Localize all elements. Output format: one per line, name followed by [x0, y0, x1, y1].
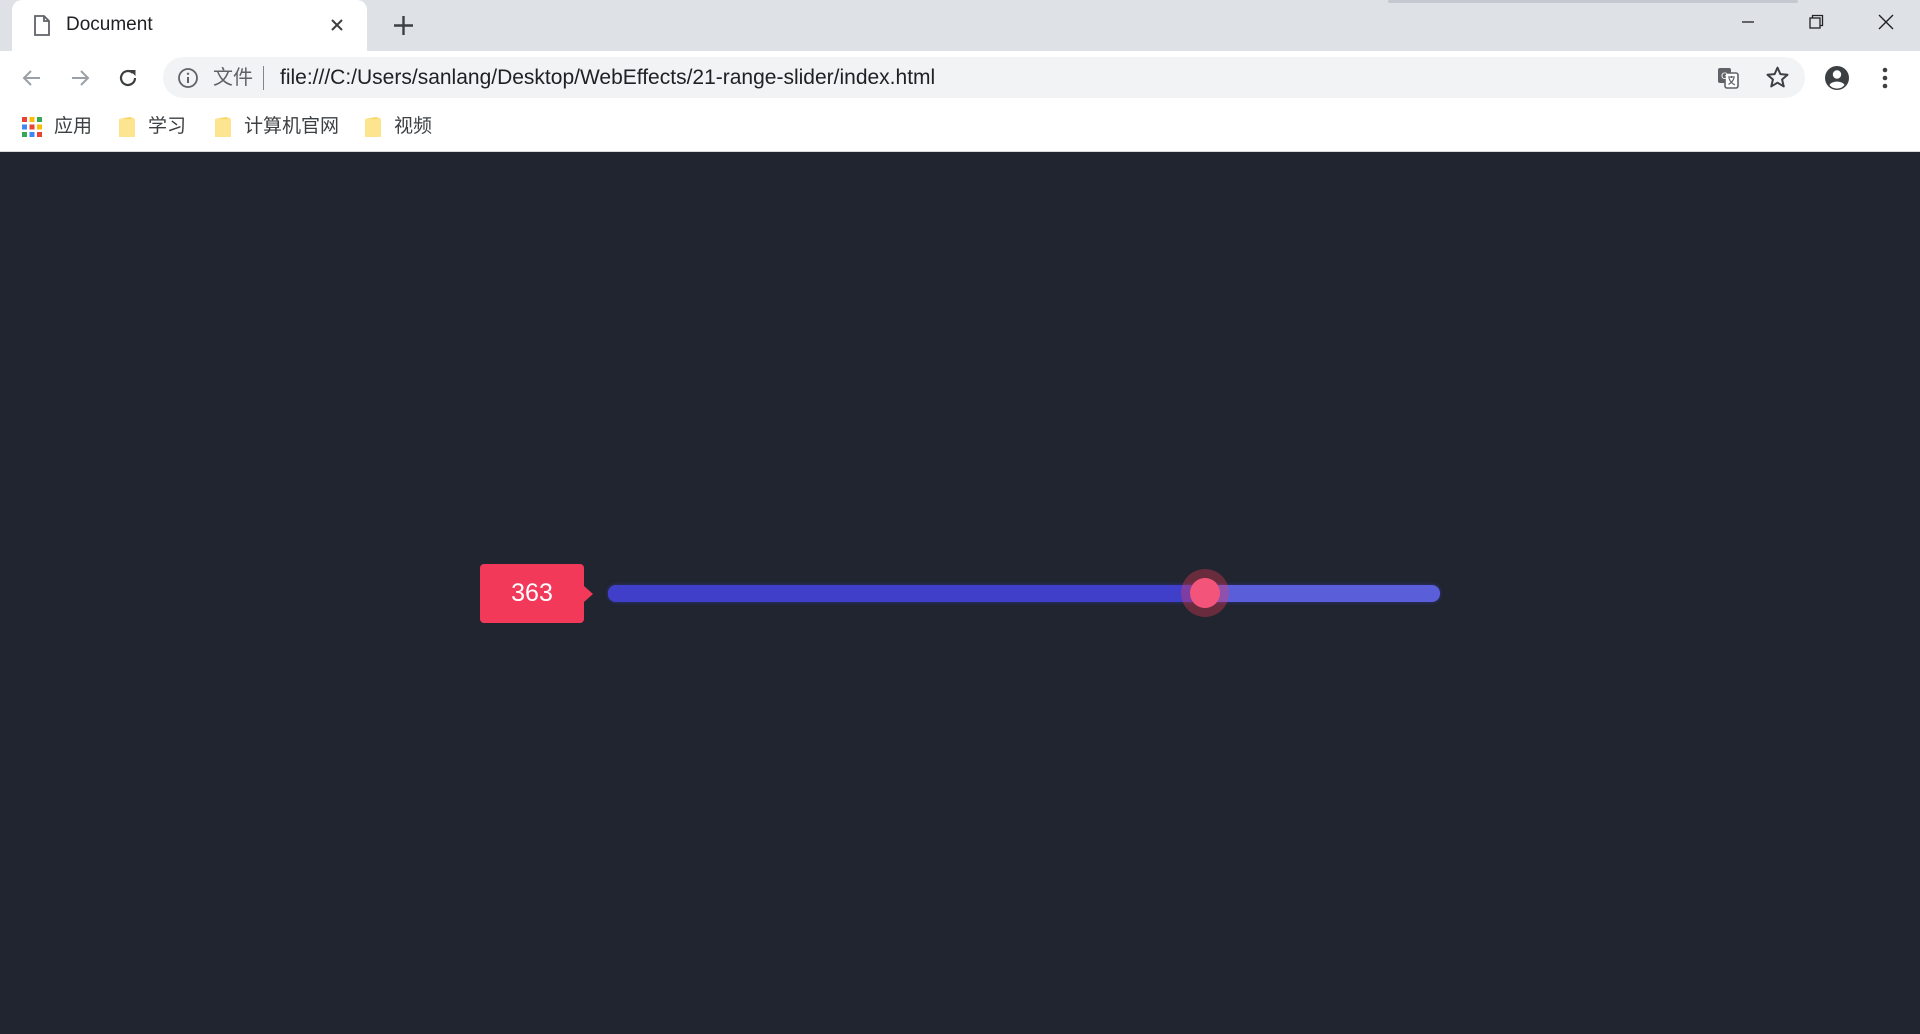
arrow-back-icon [22, 70, 40, 86]
url-text[interactable]: file:///C:/Users/sanlang/Desktop/WebEffe… [280, 66, 935, 90]
more-menu-icon[interactable] [1876, 63, 1894, 93]
bookmark-folder-computer-sites[interactable]: 计算机官网 [214, 114, 339, 140]
browser-tab[interactable]: Document [12, 0, 367, 51]
minimize-icon [1742, 21, 1754, 23]
bookmark-folder-videos[interactable]: 视频 [364, 114, 432, 140]
omnibox-divider [263, 66, 264, 90]
reload-icon [119, 69, 137, 87]
close-window-icon [1878, 14, 1894, 30]
address-bar[interactable]: 文件 file:///C:/Users/sanlang/Desktop/WebE… [163, 57, 1805, 98]
apps-grid-icon [22, 117, 42, 137]
bookmark-folder-study[interactable]: 学习 [118, 114, 186, 140]
scheme-label: 文件 [213, 67, 253, 89]
restore-icon [1809, 14, 1824, 29]
new-tab-icon[interactable] [390, 12, 417, 39]
folder-icon [119, 117, 135, 137]
tab-strip: Document [0, 0, 1920, 51]
arrow-forward-icon [72, 70, 90, 86]
page-viewport: 363 [0, 153, 1920, 1034]
range-slider: 363 [480, 564, 1440, 624]
bookmark-apps[interactable]: 应用 [22, 114, 92, 140]
bookmark-label: 学习 [148, 116, 187, 137]
slider-thumb[interactable] [1189, 578, 1220, 608]
folder-icon [365, 117, 381, 137]
close-window-button[interactable] [1852, 0, 1920, 44]
close-tab-icon[interactable] [325, 13, 349, 37]
minimize-window-button[interactable] [1714, 0, 1782, 44]
bookmark-label: 应用 [54, 116, 93, 137]
browser-toolbar: 文件 file:///C:/Users/sanlang/Desktop/WebE… [0, 51, 1920, 103]
forward-button[interactable] [64, 62, 96, 94]
translate-icon[interactable]: G [1716, 66, 1740, 90]
back-button[interactable] [16, 62, 48, 94]
svg-text:G: G [1721, 72, 1728, 82]
folder-icon [215, 117, 231, 137]
value-label-arrow [584, 586, 593, 602]
reload-button[interactable] [112, 62, 144, 94]
tab-title: Document [66, 14, 153, 35]
bookmark-label: 视频 [394, 116, 433, 137]
slider-value-label: 363 [480, 564, 584, 623]
slider-track[interactable] [608, 585, 1440, 602]
slider-track-fill [608, 585, 1205, 602]
restore-window-button[interactable] [1782, 0, 1850, 44]
bookmarks-bar: 应用 学习 计算机官网 视频 [0, 103, 1920, 152]
profile-avatar-icon[interactable] [1822, 63, 1852, 93]
document-icon [34, 15, 50, 36]
site-info-icon[interactable] [177, 67, 199, 89]
bookmark-label: 计算机官网 [244, 116, 340, 137]
bookmark-star-icon[interactable] [1765, 65, 1790, 90]
